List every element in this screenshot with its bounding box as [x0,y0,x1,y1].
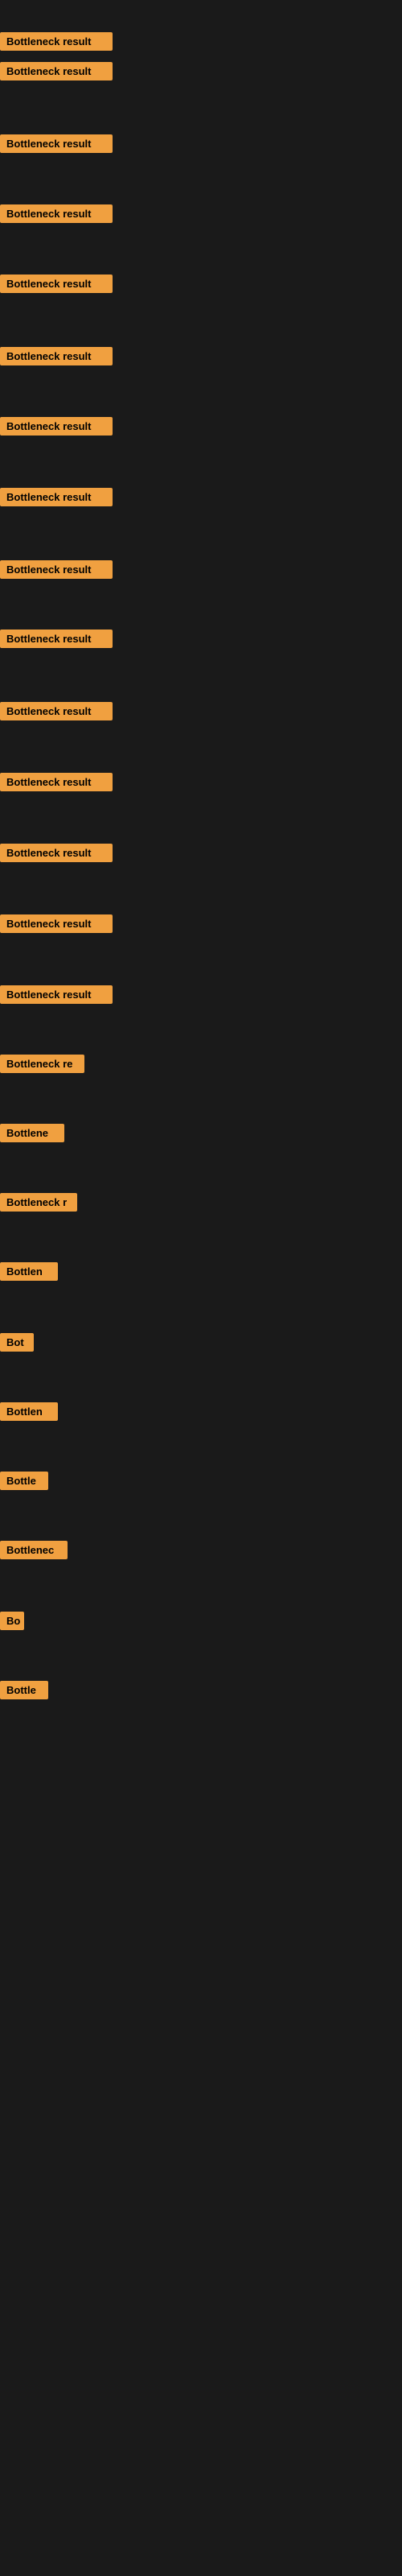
bottleneck-item-5: Bottleneck result [0,275,113,297]
bottleneck-item-17: Bottlene [0,1124,64,1146]
bottleneck-badge[interactable]: Bottlen [0,1402,58,1421]
bottleneck-badge[interactable]: Bottle [0,1472,48,1490]
bottleneck-item-7: Bottleneck result [0,417,113,440]
bottleneck-item-21: Bottlen [0,1402,58,1425]
site-title [0,0,402,16]
bottleneck-item-1: Bottleneck result [0,32,113,55]
bottleneck-item-10: Bottleneck result [0,630,113,652]
bottleneck-badge[interactable]: Bottleneck result [0,347,113,365]
bottleneck-badge[interactable]: Bot [0,1333,34,1352]
bottleneck-badge[interactable]: Bottleneck result [0,844,113,862]
bottleneck-item-6: Bottleneck result [0,347,113,369]
bottleneck-badge[interactable]: Bottleneck result [0,488,113,506]
bottleneck-badge[interactable]: Bottle [0,1681,48,1699]
bottleneck-badge[interactable]: Bottleneck result [0,134,113,153]
bottleneck-badge[interactable]: Bottleneck result [0,560,113,579]
bottleneck-item-22: Bottle [0,1472,48,1494]
bottleneck-item-8: Bottleneck result [0,488,113,510]
bottleneck-badge[interactable]: Bottleneck result [0,32,113,51]
bottleneck-badge[interactable]: Bottleneck result [0,204,113,223]
bottleneck-item-15: Bottleneck result [0,985,113,1008]
bottleneck-badge[interactable]: Bottleneck result [0,914,113,933]
bottleneck-badge[interactable]: Bottlenec [0,1541,68,1559]
bottleneck-item-24: Bo [0,1612,24,1634]
bottleneck-item-16: Bottleneck re [0,1055,84,1077]
bottleneck-item-14: Bottleneck result [0,914,113,937]
bottleneck-item-13: Bottleneck result [0,844,113,866]
bottleneck-badge[interactable]: Bottleneck result [0,417,113,436]
bottleneck-badge[interactable]: Bottleneck result [0,985,113,1004]
bottleneck-item-2: Bottleneck result [0,62,113,85]
bottleneck-badge[interactable]: Bottleneck result [0,275,113,293]
bottleneck-badge[interactable]: Bottleneck result [0,630,113,648]
bottleneck-badge[interactable]: Bottleneck result [0,702,113,720]
bottleneck-badge[interactable]: Bottleneck re [0,1055,84,1073]
bottleneck-item-19: Bottlen [0,1262,58,1285]
bottleneck-badge[interactable]: Bottleneck result [0,773,113,791]
bottleneck-item-25: Bottle [0,1681,48,1703]
bottleneck-item-9: Bottleneck result [0,560,113,583]
bottleneck-badge[interactable]: Bo [0,1612,24,1630]
bottleneck-item-12: Bottleneck result [0,773,113,795]
bottleneck-item-18: Bottleneck r [0,1193,77,1216]
bottleneck-item-4: Bottleneck result [0,204,113,227]
bottleneck-item-11: Bottleneck result [0,702,113,724]
bottleneck-badge[interactable]: Bottleneck r [0,1193,77,1212]
bottleneck-item-20: Bot [0,1333,34,1356]
bottleneck-badge[interactable]: Bottleneck result [0,62,113,80]
bottleneck-item-3: Bottleneck result [0,134,113,157]
bottleneck-badge[interactable]: Bottlen [0,1262,58,1281]
bottleneck-item-23: Bottlenec [0,1541,68,1563]
bottleneck-badge[interactable]: Bottlene [0,1124,64,1142]
